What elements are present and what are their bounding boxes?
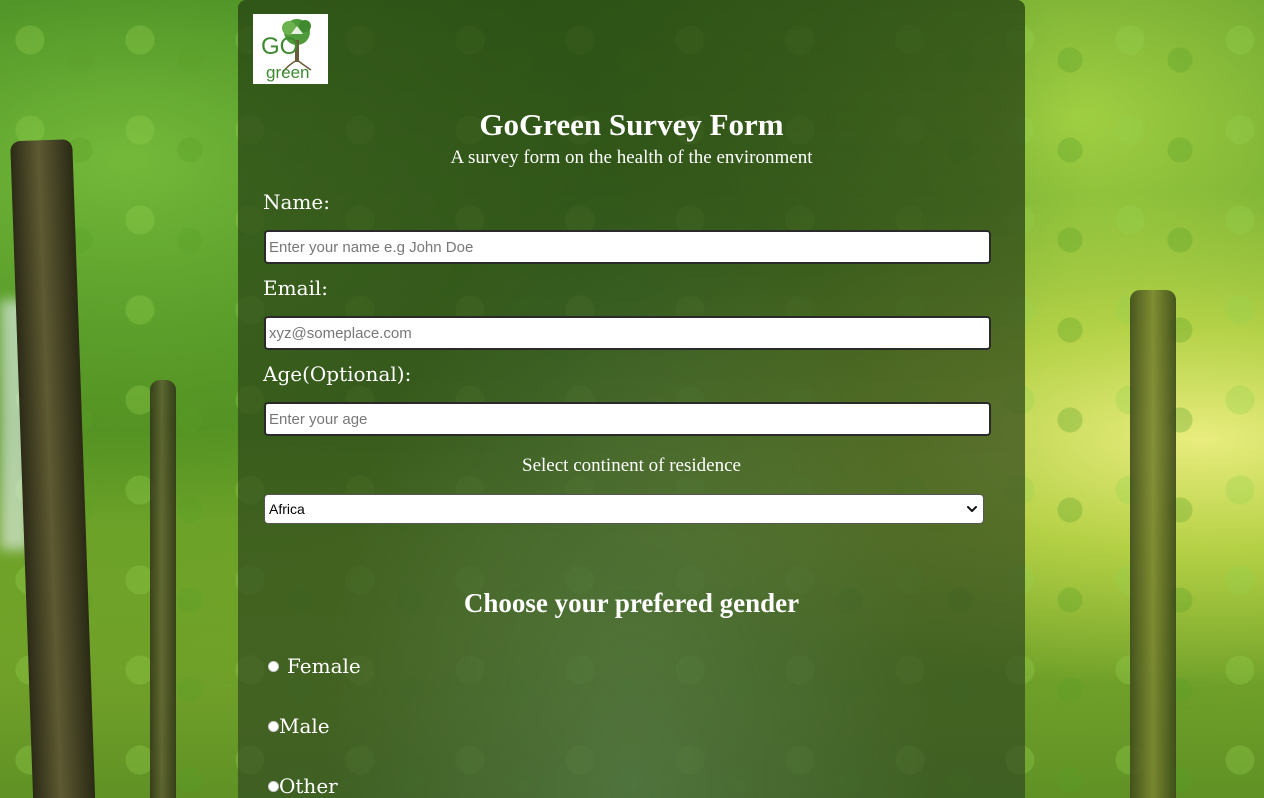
gender-option-female[interactable]: Female xyxy=(268,654,361,678)
background-tree-trunk xyxy=(1130,290,1176,798)
continent-select[interactable]: Africa xyxy=(264,494,984,524)
continent-selected-value: Africa xyxy=(269,501,305,517)
gender-option-label: Other xyxy=(279,774,338,798)
age-label: Age(Optional): xyxy=(263,362,412,386)
survey-form-panel: GO green GoGreen Survey Form A survey fo… xyxy=(238,0,1025,798)
email-input[interactable] xyxy=(264,316,991,350)
age-input[interactable] xyxy=(264,402,991,436)
name-label: Name: xyxy=(263,190,330,214)
name-input[interactable] xyxy=(264,230,991,264)
recycle-tree-logo-icon: GO green xyxy=(261,19,312,82)
radio-male[interactable] xyxy=(268,720,279,732)
radio-female[interactable] xyxy=(268,660,279,672)
email-label: Email: xyxy=(263,276,329,300)
logo-text-green: green xyxy=(266,63,309,82)
gender-option-male[interactable]: Male xyxy=(268,714,330,738)
gender-option-label: Male xyxy=(279,714,330,738)
gogreen-logo: GO green xyxy=(253,14,328,84)
page-title: GoGreen Survey Form xyxy=(479,107,784,142)
gender-option-other[interactable]: Other xyxy=(268,774,338,798)
gender-heading: Choose your prefered gender xyxy=(463,588,800,618)
continent-label: Select continent of residence xyxy=(522,455,741,476)
logo-text-go: GO xyxy=(261,33,298,60)
chevron-down-icon xyxy=(967,506,977,512)
radio-other[interactable] xyxy=(268,780,279,792)
background-tree-trunk xyxy=(150,380,176,798)
gender-option-label: Female xyxy=(287,654,361,678)
page-subtitle: A survey form on the health of the envir… xyxy=(450,147,813,168)
